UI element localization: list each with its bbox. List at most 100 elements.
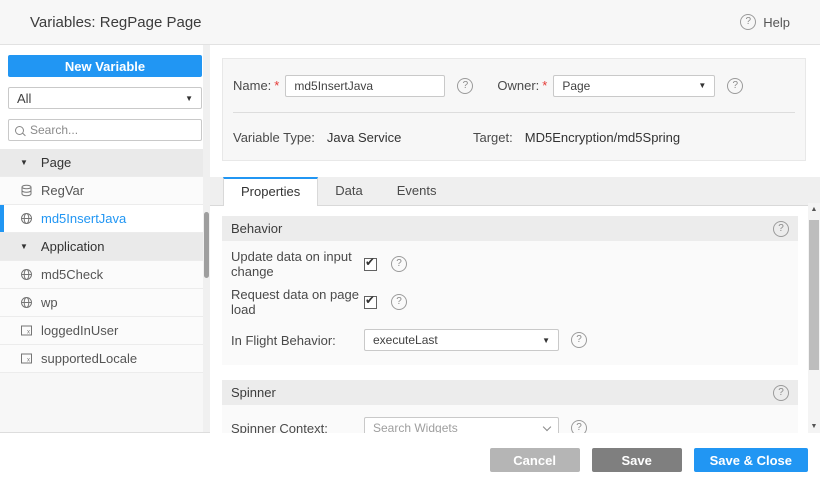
section-title: Behavior (231, 221, 282, 236)
variable-search (8, 119, 202, 141)
in-flight-help-icon[interactable]: ? (571, 332, 587, 348)
spinner-context-label: Spinner Context: (231, 421, 364, 434)
tree-item-regvar[interactable]: RegVar (0, 177, 210, 205)
cancel-button[interactable]: Cancel (490, 448, 580, 472)
section-title: Spinner (231, 385, 276, 400)
help-circle-icon: ? (740, 14, 756, 30)
behavior-section-body: Update data on input change ✔ ? Request … (222, 241, 798, 365)
save-button[interactable]: Save (592, 448, 682, 472)
sidebar-empty-area (0, 373, 210, 432)
tree-item-md5check[interactable]: md5Check (0, 261, 210, 289)
in-flight-label: In Flight Behavior: (231, 333, 364, 348)
variable-type-label: Variable Type: (233, 130, 315, 145)
variable-name-input[interactable] (285, 75, 445, 97)
java-service-icon (20, 268, 33, 281)
variables-dialog: Variables: RegPage Page ? Help New Varia… (0, 0, 820, 487)
name-owner-row: Name: * ? Owner: * Page ▼ ? (233, 59, 795, 112)
group-label: Application (41, 239, 105, 254)
tree-group-page[interactable]: ▼ Page (0, 149, 210, 177)
spinner-context-combobox[interactable] (364, 417, 559, 433)
request-data-help-icon[interactable]: ? (391, 294, 407, 310)
update-data-checkbox[interactable]: ✔ (364, 258, 377, 271)
in-flight-row: In Flight Behavior: executeLast ▼ ? (231, 329, 789, 351)
caret-down-icon: ▼ (698, 81, 706, 90)
behavior-section-header: Behavior ? (222, 216, 798, 241)
scroll-up-icon[interactable]: ▲ (808, 206, 820, 213)
content-scrollbar-thumb[interactable] (809, 220, 819, 370)
item-label: md5Check (41, 267, 103, 282)
tab-events[interactable]: Events (380, 177, 454, 205)
dialog-header: Variables: RegPage Page ? Help (0, 0, 820, 45)
owner-help-icon[interactable]: ? (727, 78, 743, 94)
tree-item-supportedlocale[interactable]: x supportedLocale (0, 345, 210, 373)
save-and-close-button[interactable]: Save & Close (694, 448, 808, 472)
spinner-context-input[interactable] (373, 421, 540, 433)
new-variable-button[interactable]: New Variable (8, 55, 202, 77)
sidebar-scrollbar-thumb[interactable] (204, 212, 209, 278)
spinner-section-body: Spinner Context: ? (222, 405, 798, 433)
sidebar-controls: New Variable All ▼ (0, 45, 210, 149)
spinner-context-row: Spinner Context: ? (231, 417, 789, 433)
name-help-icon[interactable]: ? (457, 78, 473, 94)
caret-down-icon: ▼ (20, 158, 28, 167)
variable-filter-select[interactable]: All ▼ (8, 87, 202, 109)
spinner-section: Spinner ? Spinner Context: ? (222, 380, 798, 433)
tab-data[interactable]: Data (318, 177, 379, 205)
owner-label: Owner: (497, 78, 539, 93)
chevron-down-icon (543, 422, 551, 430)
item-label: wp (41, 295, 58, 310)
request-data-label: Request data on page load (231, 287, 364, 317)
scroll-down-icon[interactable]: ▼ (808, 423, 820, 430)
update-data-help-icon[interactable]: ? (391, 256, 407, 272)
page-title: Variables: RegPage Page (30, 14, 202, 31)
properties-content: Behavior ? Update data on input change ✔… (222, 206, 798, 433)
behavior-section: Behavior ? Update data on input change ✔… (222, 216, 798, 365)
static-variable-icon: x (20, 324, 33, 337)
help-link[interactable]: ? Help (740, 14, 790, 30)
variable-type-value: Java Service (327, 130, 401, 145)
svg-text:x: x (27, 330, 30, 336)
owner-select[interactable]: Page ▼ (553, 75, 715, 97)
target-label: Target: (473, 130, 513, 145)
search-input[interactable] (30, 123, 195, 137)
variable-sidebar: New Variable All ▼ ▼ Page (0, 45, 210, 433)
help-label: Help (763, 15, 790, 30)
checkmark-icon: ✔ (365, 293, 375, 307)
caret-down-icon: ▼ (542, 336, 550, 345)
item-label: md5InsertJava (41, 211, 126, 226)
spinner-section-header: Spinner ? (222, 380, 798, 405)
filter-value: All (17, 91, 31, 106)
spinner-help-icon[interactable]: ? (773, 385, 789, 401)
variable-editor: Name: * ? Owner: * Page ▼ ? Variable Typ… (210, 45, 820, 487)
svg-text:x: x (27, 358, 30, 364)
group-label: Page (41, 155, 71, 170)
item-label: RegVar (41, 183, 84, 198)
tree-item-md5insertjava[interactable]: md5InsertJava (0, 205, 210, 233)
tree-item-loggedinuser[interactable]: x loggedInUser (0, 317, 210, 345)
variable-tree: ▼ Page RegVar (0, 149, 210, 373)
database-icon (20, 184, 33, 197)
behavior-help-icon[interactable]: ? (773, 221, 789, 237)
search-icon (15, 126, 24, 135)
checkmark-icon: ✔ (365, 255, 375, 269)
sidebar-scrollbar (203, 45, 210, 432)
update-data-row: Update data on input change ✔ ? (231, 253, 789, 275)
request-data-checkbox[interactable]: ✔ (364, 296, 377, 309)
tab-properties[interactable]: Properties (223, 177, 318, 206)
caret-down-icon: ▼ (20, 242, 28, 251)
owner-value: Page (562, 79, 590, 93)
item-label: supportedLocale (41, 351, 137, 366)
editor-tabs: Properties Data Events (210, 177, 820, 206)
tree-item-wp[interactable]: wp (0, 289, 210, 317)
spinner-context-help-icon[interactable]: ? (571, 420, 587, 433)
tree-group-application[interactable]: ▼ Application (0, 233, 210, 261)
in-flight-select[interactable]: executeLast ▼ (364, 329, 559, 351)
required-marker: * (274, 78, 279, 93)
request-data-row: Request data on page load ✔ ? (231, 291, 789, 313)
java-service-icon (20, 212, 33, 225)
item-label: loggedInUser (41, 323, 118, 338)
content-scrollbar: ▲ ▼ (808, 203, 820, 433)
name-label: Name: (233, 78, 271, 93)
type-target-row: Variable Type: Java Service Target: MD5E… (233, 113, 795, 161)
dialog-footer: Cancel Save Save & Close (490, 433, 808, 487)
